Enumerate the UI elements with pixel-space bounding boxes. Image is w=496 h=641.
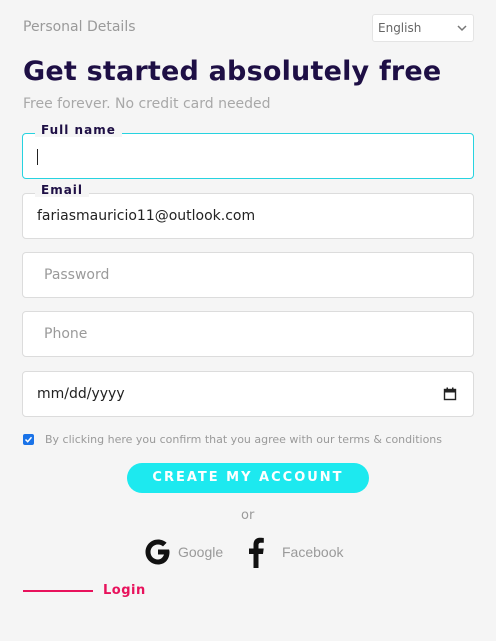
facebook-icon	[249, 537, 264, 568]
facebook-login-button[interactable]: Facebook	[244, 536, 343, 568]
google-icon	[145, 539, 170, 565]
login-divider-line	[23, 589, 93, 592]
calendar-icon[interactable]	[443, 387, 457, 401]
login-label: Login	[103, 583, 146, 598]
full-name-field[interactable]: Full name	[22, 123, 474, 179]
password-field[interactable]: Password	[22, 252, 474, 298]
facebook-label: Facebook	[282, 544, 344, 560]
page-subtitle: Free forever. No credit card needed	[23, 96, 271, 112]
google-login-button[interactable]: Google	[142, 536, 223, 568]
create-account-button[interactable]: CREATE MY ACCOUNT	[127, 463, 369, 493]
password-placeholder: Password	[44, 267, 110, 283]
language-select-value: English	[378, 21, 422, 35]
date-field[interactable]: mm/dd/yyyy	[22, 371, 474, 417]
language-select[interactable]: English	[372, 14, 474, 42]
terms-text: By clicking here you confirm that you ag…	[45, 433, 442, 446]
terms-checkbox[interactable]	[23, 434, 34, 445]
text-caret	[37, 149, 38, 165]
section-label: Personal Details	[23, 19, 136, 35]
or-divider: or	[241, 508, 255, 523]
checkmark-icon	[24, 436, 33, 443]
phone-placeholder: Phone	[44, 326, 88, 342]
chevron-down-icon	[457, 25, 467, 32]
phone-field[interactable]: Phone	[22, 311, 474, 357]
full-name-label: Full name	[35, 123, 122, 137]
login-link[interactable]: Login	[23, 583, 146, 598]
email-field[interactable]: Email fariasmauricio11@outlook.com	[22, 183, 474, 239]
page-title: Get started absolutely free	[23, 56, 442, 87]
terms-consent: By clicking here you confirm that you ag…	[23, 433, 442, 446]
google-label: Google	[178, 544, 224, 560]
date-placeholder: mm/dd/yyyy	[37, 386, 125, 402]
email-value: fariasmauricio11@outlook.com	[37, 208, 256, 224]
email-label: Email	[35, 183, 90, 197]
